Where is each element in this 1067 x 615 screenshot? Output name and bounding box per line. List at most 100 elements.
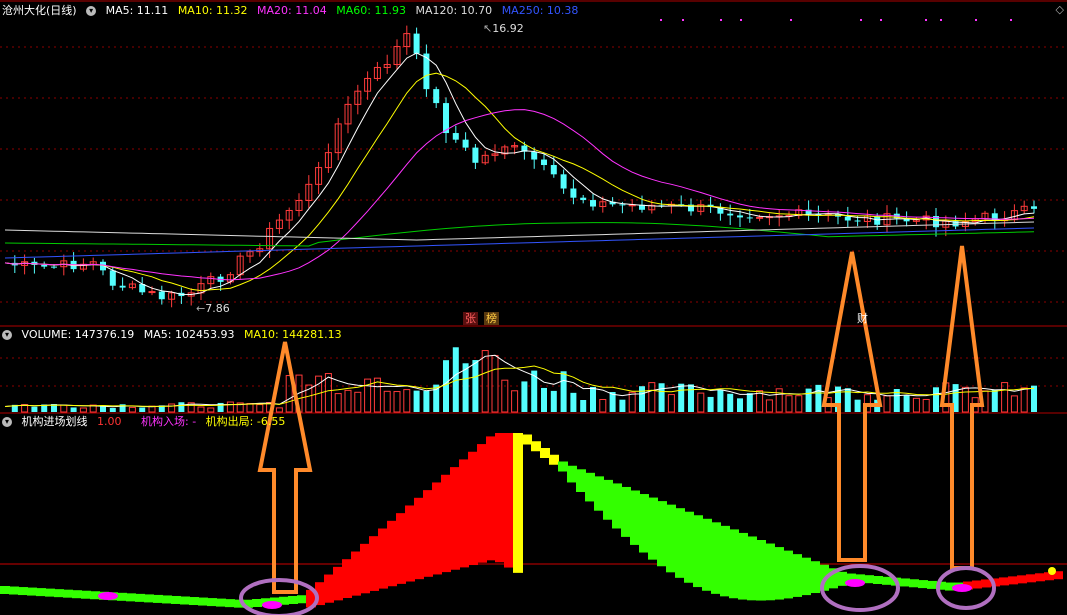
band-segment [333,566,343,601]
volume-panel-header: ▾ VOLUME: 147376.19 MA5: 102453.93 MA10:… [2,327,348,343]
volume-bar-down [903,395,910,412]
band-segment [864,575,874,584]
volume-bar-up [481,350,489,413]
volume-bar-up [599,398,607,413]
band-segment [612,483,622,529]
band-segment [144,594,154,603]
badge-zhang[interactable]: 张 [463,312,478,325]
candle-body-down [51,266,57,268]
band-segment [1017,575,1027,584]
signal-dot [740,19,742,21]
candle-body-down [727,213,734,216]
indicator-settings-icon[interactable]: ▾ [2,417,12,427]
volume-bar-down [737,398,743,412]
volume-settings-icon[interactable]: ▾ [2,330,12,340]
band-segment [1035,573,1045,582]
candle-body-up [756,216,764,219]
band-segment [873,576,883,584]
band-segment [423,490,433,577]
band-segment [288,596,298,604]
volume-bar-down [727,393,734,412]
band-segment [756,540,766,601]
ma20-line [4,109,1035,281]
band-segment [477,444,487,563]
volume-bar-up [393,391,401,413]
candle-body-down [158,291,165,300]
volume-bar-up [1020,387,1028,413]
band-segment [666,504,676,573]
band-segment [693,515,703,588]
volume-bar-up [961,386,969,413]
volume-bar-down [443,360,449,412]
candle-body-down [844,216,851,221]
volume-ma10-label: MA10: 144281.13 [243,328,342,341]
volume-bar-down [746,393,753,412]
indicator-value: 1.00 [97,415,122,428]
chart-stage[interactable] [0,0,1067,615]
signal-dot [940,19,942,21]
volume-bar-up [207,407,215,413]
candle-body-down [541,159,547,166]
badge-bang[interactable]: 榜 [484,312,499,325]
volume-bar-up [765,399,773,413]
volume-bar-down [541,387,547,412]
band-segment [432,482,442,575]
volume-bar-down [717,389,724,412]
price-low-label: ←7.86 [196,302,230,315]
volume-bar-up [1001,382,1009,413]
settings-circle-icon[interactable]: ▾ [86,6,97,16]
band-segment [18,587,28,596]
volume-bar-down [619,399,626,412]
band-segment [207,598,217,607]
volume-bar-up [383,390,391,413]
diamond-icon[interactable]: ◇ [1056,3,1064,16]
volume-bar-down [413,390,420,412]
candle-body-down [462,139,469,148]
badge-cai[interactable]: 财 [855,312,870,325]
band-segment [657,501,667,567]
band-segment [594,476,604,511]
band-segment [36,588,46,597]
volume-bar-down [688,384,694,412]
candle-body-down [109,270,116,286]
volume-bar-up [226,401,234,413]
band-segment [567,465,577,483]
band-segment [135,593,145,602]
band-segment [711,522,721,594]
band-segment [783,550,793,599]
signal-dot [860,19,862,21]
volume-bar-down [31,406,38,412]
signal-dot [925,19,927,21]
volume-bar-up [628,391,636,413]
candlestick-series[interactable] [11,25,1037,308]
candle-body-down [41,264,48,267]
volume-bar-down [815,384,822,412]
volume-bar-down [472,360,479,412]
indicator-name: 机构进场划线 [21,415,88,428]
volume-bar-up [501,379,509,413]
volume-bar-down [805,388,812,412]
candle-body-down [119,285,126,288]
moving-average-lines [4,52,1035,296]
band-segment [54,589,64,598]
volume-bar-up [785,395,793,413]
volume-bar-up [697,392,705,413]
volume-bar-down [423,390,430,412]
band-segment [900,578,910,587]
band-segment [981,579,991,588]
band-segment [495,433,505,563]
ma10-label: MA10: 11.32 [177,4,248,17]
volume-bar-up [246,402,254,413]
chart-title: 沧州大化(日线) [2,4,77,17]
band-segment [378,528,388,589]
volume-bar-up [128,406,136,413]
ma250-label: MA250: 10.38 [501,4,579,17]
volume-bar-up [648,382,656,413]
volume-bar-up [373,377,381,413]
volume-bar-down [109,407,116,412]
volume-bar-down [560,371,567,412]
band-segment [918,580,928,589]
candle-body-down [746,217,753,219]
volume-bars[interactable] [11,347,1037,413]
candle-body-down [874,216,881,225]
